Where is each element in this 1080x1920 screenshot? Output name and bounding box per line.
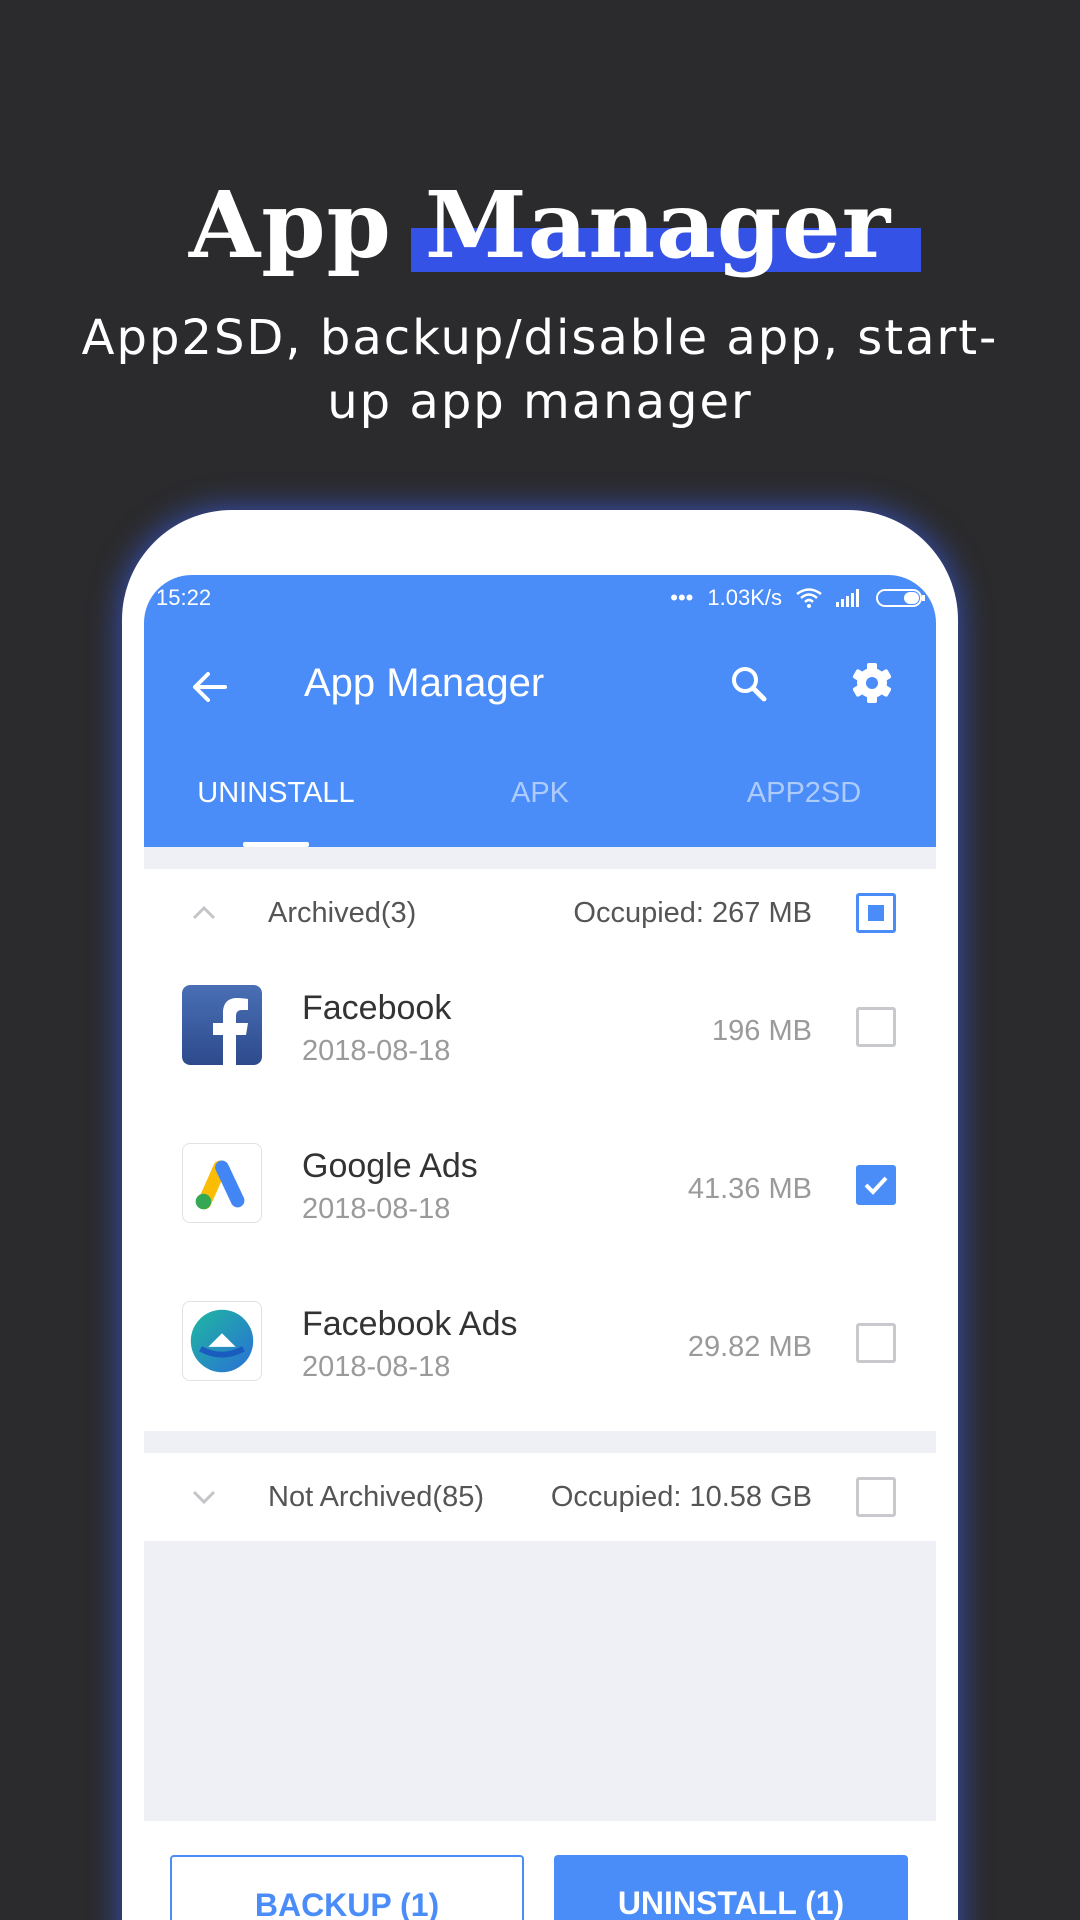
app-size: 196 MB	[712, 1015, 812, 1047]
back-arrow-icon	[193, 672, 227, 702]
net-speed: 1.03K/s	[707, 585, 782, 610]
app-row-google-ads[interactable]: Google Ads 2018-08-18 41.36 MB	[144, 1115, 936, 1273]
group-select-all-checkbox[interactable]	[856, 893, 896, 933]
group-occupied: Occupied: 10.58 GB	[550, 1481, 812, 1513]
battery-icon	[876, 589, 925, 607]
status-indicators: ••• 1.03K/s	[670, 585, 926, 611]
wifi-icon	[796, 588, 822, 608]
settings-button[interactable]	[842, 653, 902, 713]
app-row-facebook[interactable]: Facebook 2018-08-18 196 MB	[144, 957, 936, 1115]
tab-uninstall[interactable]: UNINSTALL	[144, 751, 408, 847]
app-bar: 15:22 ••• 1.03K/s App Manager UNINSTALL …	[144, 575, 936, 847]
more-dots-icon: •••	[670, 585, 694, 610]
app-checkbox[interactable]	[856, 1165, 896, 1205]
section-divider	[144, 847, 936, 869]
gear-icon	[852, 663, 892, 703]
phone-screen: 15:22 ••• 1.03K/s App Manager UNINSTALL …	[144, 575, 936, 1920]
signal-icon	[836, 589, 859, 607]
group-select-all-checkbox[interactable]	[856, 1477, 896, 1517]
status-time: 15:22	[156, 585, 212, 610]
app-row-facebook-ads[interactable]: Facebook Ads 2018-08-18 29.82 MB	[144, 1273, 936, 1431]
promo-title-highlight: Manager	[410, 170, 922, 280]
toolbar-title: App Manager	[304, 661, 545, 705]
tab-apk[interactable]: APK	[408, 751, 672, 847]
checkmark-icon	[864, 1176, 888, 1195]
search-button[interactable]	[720, 655, 780, 715]
app-checkbox[interactable]	[856, 1323, 896, 1363]
app-date: 2018-08-18	[302, 1351, 451, 1383]
facebook-ads-icon	[182, 1301, 262, 1381]
back-button[interactable]	[180, 657, 240, 717]
app-name: Google Ads	[302, 1147, 478, 1185]
uninstall-button[interactable]: UNINSTALL (1)	[554, 1855, 908, 1920]
app-name: Facebook	[302, 989, 452, 1027]
app-date: 2018-08-18	[302, 1035, 451, 1067]
group-header-archived[interactable]: Archived(3) Occupied: 267 MB	[144, 869, 936, 957]
group-occupied: Occupied: 267 MB	[573, 897, 812, 929]
toolbar: App Manager	[144, 621, 936, 751]
search-icon	[732, 667, 767, 702]
app-size: 29.82 MB	[687, 1331, 812, 1363]
facebook-icon	[182, 985, 262, 1065]
promo-title-part1: App	[188, 171, 425, 279]
group-name: Not Archived(85)	[268, 1481, 484, 1513]
tab-bar: UNINSTALL APK APP2SD	[144, 751, 936, 847]
promo-title: App Manager	[0, 170, 1080, 280]
app-date: 2018-08-18	[302, 1193, 451, 1225]
backup-button[interactable]: BACKUP (1)	[170, 1855, 524, 1920]
group-name: Archived(3)	[268, 897, 417, 929]
app-name: Facebook Ads	[302, 1305, 518, 1343]
promo-title-part2: Manager	[424, 171, 892, 279]
promo-subtitle: App2SD, backup/disable app, start-up app…	[81, 310, 999, 430]
section-divider	[144, 1431, 936, 1453]
tab-indicator	[243, 842, 309, 847]
google-ads-icon	[182, 1143, 262, 1223]
bottom-action-bar: BACKUP (1) UNINSTALL (1)	[170, 1855, 910, 1920]
app-size: 41.36 MB	[687, 1173, 812, 1205]
empty-list-area	[144, 1541, 936, 1821]
app-checkbox[interactable]	[856, 1007, 896, 1047]
chevron-up-icon[interactable]	[188, 897, 220, 929]
group-header-not-archived[interactable]: Not Archived(85) Occupied: 10.58 GB	[144, 1453, 936, 1541]
status-bar: 15:22 ••• 1.03K/s	[144, 575, 936, 621]
tab-app2sd[interactable]: APP2SD	[672, 751, 936, 847]
chevron-down-icon[interactable]	[188, 1481, 220, 1513]
